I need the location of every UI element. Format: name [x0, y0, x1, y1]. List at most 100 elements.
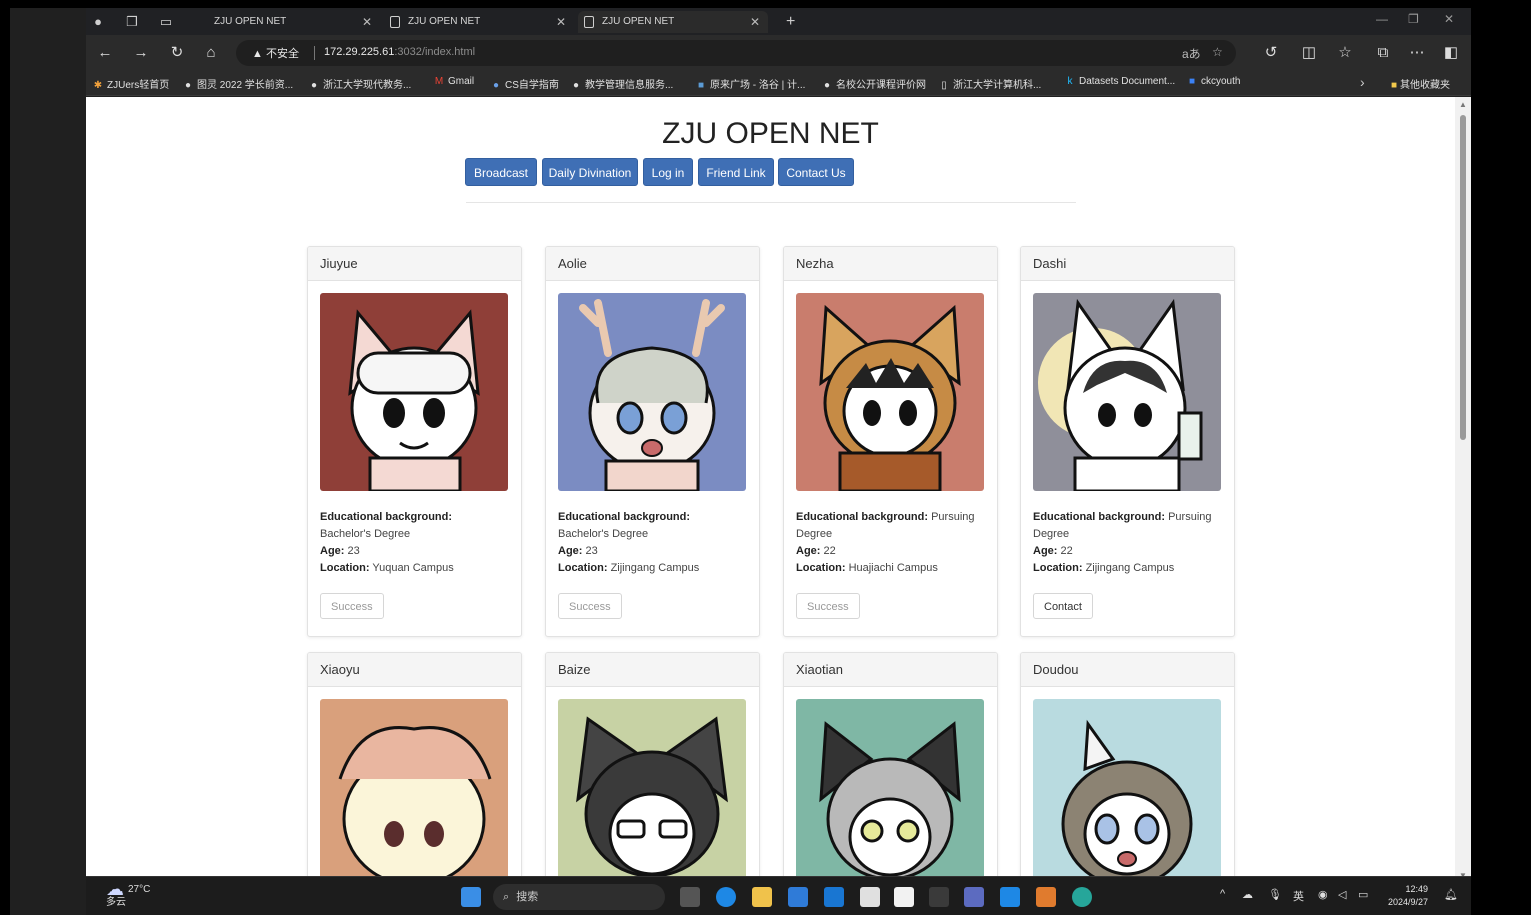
extension-icon[interactable]: ↺ — [1262, 44, 1280, 62]
refresh-icon[interactable]: ↻ — [168, 44, 186, 62]
terminal-icon[interactable] — [929, 887, 949, 907]
wifi-icon[interactable]: ◉ — [1318, 888, 1328, 901]
contact-us-button[interactable]: Contact Us — [778, 158, 854, 186]
site-icon: ■ — [1188, 76, 1196, 87]
card-name: Baize — [546, 653, 759, 687]
age-value: 22 — [1060, 545, 1073, 557]
more-options-icon[interactable]: ⋯ — [1408, 44, 1426, 62]
gmail-app-icon[interactable] — [894, 887, 914, 907]
vscode-icon[interactable] — [1000, 887, 1020, 907]
sidebar-icon[interactable]: ◧ — [1442, 44, 1460, 62]
mail-icon[interactable] — [788, 887, 808, 907]
address-bar[interactable]: ▲ 不安全 172.29.225.61:3032/index.html aあ ☆ — [236, 40, 1236, 66]
bookmark-item[interactable]: M Gmail — [433, 76, 474, 87]
microphone-icon[interactable]: 🎙︎ — [1268, 888, 1282, 901]
success-button[interactable]: Success — [320, 593, 384, 619]
success-button[interactable]: Success — [558, 593, 622, 619]
location-value: Huajiachi Campus — [848, 562, 938, 574]
broadcast-button[interactable]: Broadcast — [465, 158, 537, 186]
metamask-icon[interactable] — [1036, 887, 1056, 907]
restore-icon[interactable]: ❐ — [1408, 12, 1419, 26]
edge-icon[interactable] — [716, 887, 736, 907]
card-name: Nezha — [784, 247, 997, 281]
favorite-star-icon[interactable]: ☆ — [1212, 45, 1223, 59]
profile-icon[interactable]: ● — [90, 14, 106, 30]
daily-divination-button[interactable]: Daily Divination — [542, 158, 638, 186]
taskbar-search[interactable]: ⌕ 搜索 — [493, 884, 665, 910]
search-icon: ⌕ — [503, 891, 510, 903]
scroll-thumb[interactable] — [1460, 115, 1466, 440]
input-method[interactable]: 英 — [1293, 888, 1304, 904]
battery-icon[interactable]: ▭ — [1358, 888, 1368, 901]
bookmark-item[interactable]: ● 浙江大学现代教务... — [308, 76, 411, 91]
tab-2[interactable]: ZJU OPEN NET ✕ — [384, 11, 574, 33]
avatar — [558, 293, 746, 491]
tab-actions-icon[interactable]: ▭ — [158, 14, 174, 30]
page-scrollbar[interactable]: ▲ ▼ — [1455, 97, 1471, 884]
close-icon[interactable]: ✕ — [362, 11, 372, 33]
back-icon[interactable]: ← — [96, 44, 114, 62]
file-explorer-icon[interactable] — [752, 887, 772, 907]
login-button[interactable]: Log in — [643, 158, 693, 186]
chevron-up-icon[interactable]: ^ — [1220, 888, 1225, 900]
bookmark-item[interactable]: ▯ 浙江大学计算机科... — [938, 76, 1041, 91]
collections-icon[interactable]: ⧉ — [1374, 44, 1392, 62]
bookmark-item[interactable]: ✱ ZJUers轻首页 — [92, 76, 169, 91]
bookmark-item[interactable]: ● 教学管理信息服务... — [570, 76, 673, 91]
avatar — [320, 699, 508, 884]
new-tab-icon[interactable]: + — [786, 11, 795, 33]
start-icon[interactable] — [461, 887, 481, 907]
edu-value: Bachelor's Degree — [558, 528, 649, 540]
minimize-icon[interactable]: — — [1376, 12, 1388, 26]
globe-icon: ● — [310, 80, 318, 91]
favorites-icon[interactable]: ☆ — [1336, 44, 1354, 62]
bookmark-item[interactable]: ■ 原来广场 - 洛谷 | 计... — [695, 76, 805, 91]
bookmark-label: 名校公开课程评价网 — [836, 80, 926, 91]
success-button[interactable]: Success — [796, 593, 860, 619]
split-screen-icon[interactable]: ◫ — [1300, 44, 1318, 62]
forward-icon[interactable]: → — [132, 44, 150, 62]
close-window-icon[interactable]: ✕ — [1444, 12, 1454, 26]
close-icon[interactable]: ✕ — [556, 11, 566, 33]
bookmark-item[interactable]: ● 图灵 2022 学长前资... — [182, 76, 293, 91]
workspaces-icon[interactable]: ❒ — [124, 14, 140, 30]
read-aloud-icon[interactable]: aあ — [1182, 45, 1201, 62]
home-icon[interactable]: ⌂ — [202, 44, 220, 62]
volume-icon[interactable]: ◁ — [1338, 888, 1346, 901]
profile-card: Xiaotian — [783, 652, 998, 884]
edge-dev-icon[interactable] — [1072, 887, 1092, 907]
tab-1[interactable]: ZJU OPEN NET ✕ — [190, 11, 380, 33]
card-info: Educational background: Pursuing Degree … — [796, 509, 986, 577]
close-icon[interactable]: ✕ — [750, 11, 760, 33]
url-host: 172.29.225.61 — [324, 46, 395, 58]
url-text[interactable]: 172.29.225.61:3032/index.html — [324, 46, 475, 58]
windows-taskbar: ☁ 27°C 多云 ⌕ 搜索 ^ ☁ 🎙︎ 英 ◉ ◁ ▭ 12:49 2024… — [86, 876, 1471, 915]
other-bookmarks-folder[interactable]: ■ 其他收藏夹 — [1391, 76, 1450, 91]
bookmark-item[interactable]: k Datasets Document... — [1064, 76, 1176, 87]
bookmark-item[interactable]: ● CS自学指南 — [490, 76, 559, 91]
avatar — [558, 699, 746, 884]
tab-3[interactable]: ZJU OPEN NET ✕ — [578, 11, 768, 33]
globe-icon: ● — [572, 80, 580, 91]
bookmark-label: 浙江大学现代教务... — [323, 80, 412, 91]
separator — [314, 46, 315, 60]
bookmark-item[interactable]: ● 名校公开课程评价网 — [821, 76, 926, 91]
clock[interactable]: 12:49 2024/9/27 — [1388, 883, 1428, 909]
chevron-right-icon[interactable]: › — [1360, 74, 1365, 90]
scroll-up-icon[interactable]: ▲ — [1459, 100, 1467, 109]
todo-icon[interactable] — [824, 887, 844, 907]
edu-label: Educational background: — [1033, 511, 1166, 523]
bookmark-item[interactable]: ■ ckcyouth — [1186, 76, 1241, 87]
remote-desktop-icon[interactable] — [964, 887, 984, 907]
notepad-icon[interactable] — [860, 887, 880, 907]
age-label: Age: — [1033, 545, 1058, 557]
security-warning[interactable]: ▲ 不安全 — [252, 45, 299, 61]
location-value: Yuquan Campus — [372, 562, 454, 574]
globe-icon: ● — [184, 80, 192, 91]
onedrive-icon[interactable]: ☁ — [1242, 888, 1253, 901]
friend-link-button[interactable]: Friend Link — [698, 158, 774, 186]
notification-bell-icon[interactable]: 🔔︎ — [1444, 888, 1458, 901]
task-view-icon[interactable] — [680, 887, 700, 907]
contact-button[interactable]: Contact — [1033, 593, 1093, 619]
weather-widget[interactable]: ☁ 27°C 多云 — [106, 880, 150, 909]
